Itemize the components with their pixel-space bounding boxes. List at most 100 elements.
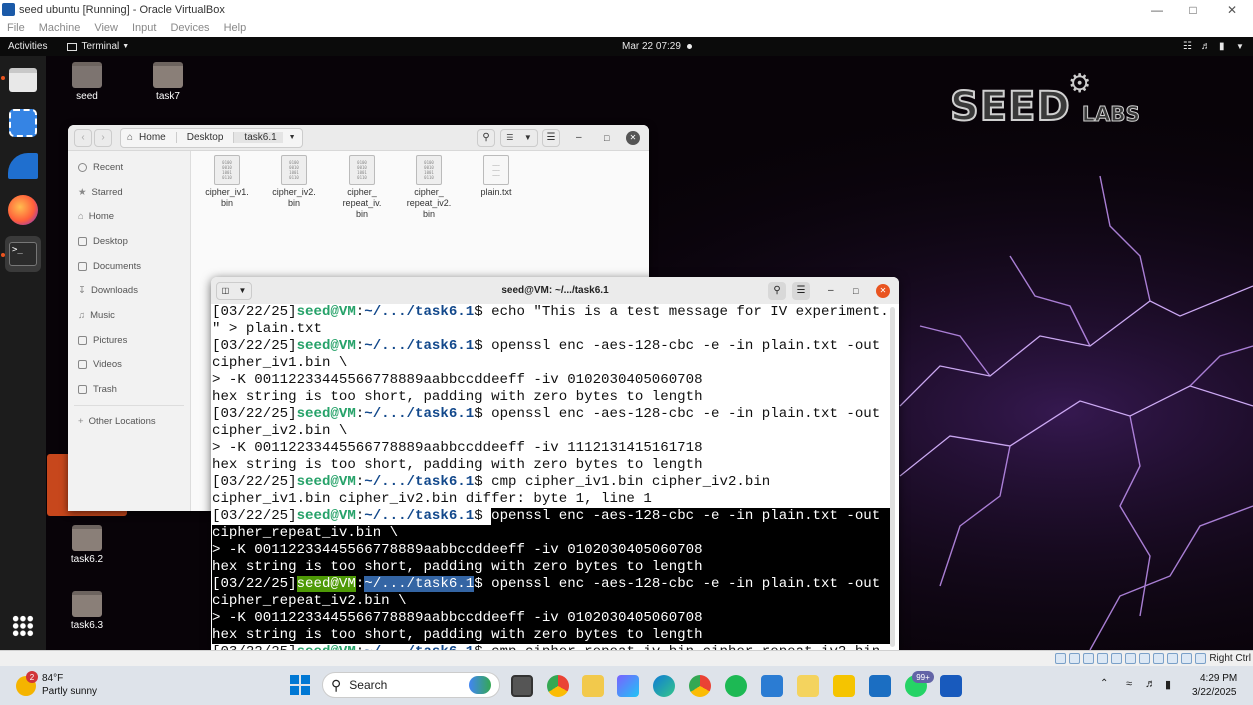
- sidebar-item-desktop[interactable]: Desktop: [68, 229, 190, 254]
- weather-temp[interactable]: 84°F: [42, 673, 63, 684]
- battery-icon[interactable]: ▮: [1219, 41, 1225, 52]
- hamburger-menu-icon[interactable]: ☰: [792, 281, 810, 300]
- app-menu[interactable]: Terminal ▼: [67, 41, 129, 52]
- volume-icon[interactable]: ♬: [1201, 41, 1211, 52]
- activities-button[interactable]: Activities: [8, 41, 47, 52]
- close-icon[interactable]: ✕: [876, 283, 890, 298]
- menu-machine[interactable]: Machine: [39, 22, 81, 34]
- ubuntu-dock: >_: [0, 56, 46, 650]
- desktop-icon-task7[interactable]: task7: [138, 62, 198, 102]
- copilot-icon[interactable]: [617, 675, 639, 697]
- system-menu-chevron-icon[interactable]: ▼: [1236, 42, 1244, 51]
- search-icon[interactable]: ⚲: [768, 281, 786, 300]
- file-item[interactable]: 0100 0010 1001 0110 cipher_ repeat_iv2. bin: [399, 155, 459, 220]
- music-icon: ♫: [78, 309, 86, 321]
- sidebar-item-label: Videos: [93, 359, 122, 371]
- minimize-icon[interactable]: –: [576, 132, 582, 143]
- file-item[interactable]: 0100 0010 1001 0110 cipher_ repeat_iv. bin: [332, 155, 392, 220]
- desktop-icon-task6-3[interactable]: task6.3: [57, 591, 117, 631]
- maximize-icon[interactable]: □: [1174, 0, 1212, 19]
- weather-desc[interactable]: Partly sunny: [42, 686, 97, 697]
- maximize-icon[interactable]: □: [604, 133, 609, 143]
- remote-desktop-icon[interactable]: [869, 675, 891, 697]
- sticky-notes-icon[interactable]: [833, 675, 855, 697]
- vpn-icon[interactable]: [761, 675, 783, 697]
- volume-icon[interactable]: ♬: [1145, 678, 1156, 690]
- menu-view[interactable]: View: [94, 22, 118, 34]
- taskbar-time[interactable]: 4:29 PM: [1200, 673, 1237, 684]
- breadcrumb-task6-1[interactable]: task6.1: [234, 132, 283, 143]
- sidebar-item-trash[interactable]: Trash: [68, 377, 190, 402]
- sidebar-item-home[interactable]: ⌂ Home: [68, 204, 190, 229]
- clock[interactable]: Mar 22 07:29: [622, 41, 681, 52]
- dock-terminal[interactable]: >_: [5, 236, 41, 272]
- wifi-icon[interactable]: ≈: [1126, 678, 1132, 690]
- minimize-icon[interactable]: —: [1138, 0, 1176, 19]
- battery-icon[interactable]: ▮: [1165, 678, 1171, 691]
- audio-icon: [1083, 653, 1095, 664]
- prompt-time: [03/22/25]: [212, 474, 297, 490]
- breadcrumb-desktop[interactable]: Desktop: [177, 132, 235, 143]
- new-tab-button[interactable]: ◫ ▼: [216, 281, 252, 300]
- terminal-window: ◫ ▼ seed@VM: ~/.../task6.1 ⚲ ☰ – □ ✕ [03/…: [211, 277, 899, 650]
- file-item[interactable]: 0100 0010 1001 0110 cipher_iv1. bin: [197, 155, 257, 209]
- chrome-icon[interactable]: [547, 675, 569, 697]
- menu-devices[interactable]: Devices: [170, 22, 209, 34]
- sidebar-item-videos[interactable]: Videos: [68, 353, 190, 378]
- dock-screenshot[interactable]: [5, 105, 41, 141]
- binary-file-icon: 0100 0010 1001 0110: [416, 155, 442, 185]
- chevron-down-icon[interactable]: ▼: [283, 134, 302, 141]
- binary-file-icon: 0100 0010 1001 0110: [349, 155, 375, 185]
- dock-firefox[interactable]: [5, 192, 41, 228]
- file-item[interactable]: ─── ─── ─── plain.txt: [466, 155, 526, 198]
- chrome-profile-icon[interactable]: [689, 675, 711, 697]
- sidebar-item-starred[interactable]: ★ Starred: [68, 180, 190, 205]
- file-item[interactable]: 0100 0010 1001 0110 cipher_iv2. bin: [264, 155, 324, 209]
- terminal-output[interactable]: [03/22/25]seed@VM:~/.../task6.1$ echo "T…: [211, 304, 899, 650]
- desktop-icon-task6-2[interactable]: task6.2: [57, 525, 117, 565]
- file-explorer-icon[interactable]: [582, 675, 604, 697]
- sidebar-item-other-locations[interactable]: + Other Locations: [68, 409, 190, 434]
- network-icon[interactable]: ☷: [1183, 41, 1192, 52]
- search-box[interactable]: ⚲ Search: [322, 672, 500, 698]
- sidebar-item-music[interactable]: ♫ Music: [68, 303, 190, 328]
- prompt-separator: :: [355, 474, 365, 490]
- view-options-button[interactable]: ☰ ▼: [500, 128, 538, 147]
- prompt-separator: :: [355, 406, 365, 422]
- sidebar-item-label: Pictures: [93, 334, 128, 346]
- firefox-icon: [8, 195, 38, 225]
- terminal-headerbar: ◫ ▼ seed@VM: ~/.../task6.1 ⚲ ☰ – □ ✕: [211, 277, 899, 304]
- edge-icon[interactable]: [653, 675, 675, 697]
- dock-wireshark[interactable]: [5, 148, 41, 184]
- keyboard-icon: [1195, 653, 1207, 664]
- forward-icon[interactable]: ›: [94, 128, 112, 147]
- breadcrumb-home[interactable]: Home: [137, 132, 177, 143]
- sidebar-item-recent[interactable]: Recent: [68, 155, 190, 180]
- close-icon[interactable]: ✕: [626, 130, 640, 145]
- close-icon[interactable]: ✕: [1213, 0, 1251, 19]
- maximize-icon[interactable]: □: [853, 286, 858, 296]
- start-button[interactable]: [290, 675, 310, 695]
- notes-icon[interactable]: [797, 675, 819, 697]
- desktop-icon-seed[interactable]: seed: [57, 62, 117, 102]
- search-icon[interactable]: ⚲: [477, 128, 495, 147]
- terminal-scrollbar[interactable]: [890, 307, 895, 647]
- sidebar-item-downloads[interactable]: ↧ Downloads: [68, 278, 190, 303]
- menu-input[interactable]: Input: [132, 22, 156, 34]
- terminal-prompt-line: [03/22/25]seed@VM:~/.../task6.1$ cmp cip…: [212, 474, 899, 491]
- show-apps-button[interactable]: [5, 608, 41, 644]
- task-view-icon[interactable]: [511, 675, 533, 697]
- taskbar-date[interactable]: 3/22/2025: [1192, 687, 1237, 698]
- dock-files[interactable]: [5, 62, 41, 98]
- menu-help[interactable]: Help: [224, 22, 247, 34]
- minimize-icon[interactable]: –: [828, 285, 834, 296]
- sidebar-item-documents[interactable]: Documents: [68, 254, 190, 279]
- chevron-down-icon: ▼: [523, 133, 532, 142]
- hamburger-menu-icon[interactable]: ☰: [542, 128, 560, 147]
- spotify-icon[interactable]: [725, 675, 747, 697]
- chevron-up-icon[interactable]: ⌃: [1100, 678, 1108, 689]
- sidebar-item-pictures[interactable]: Pictures: [68, 328, 190, 353]
- back-icon[interactable]: ‹: [74, 128, 92, 147]
- word-icon[interactable]: [940, 675, 962, 697]
- menu-file[interactable]: File: [7, 22, 25, 34]
